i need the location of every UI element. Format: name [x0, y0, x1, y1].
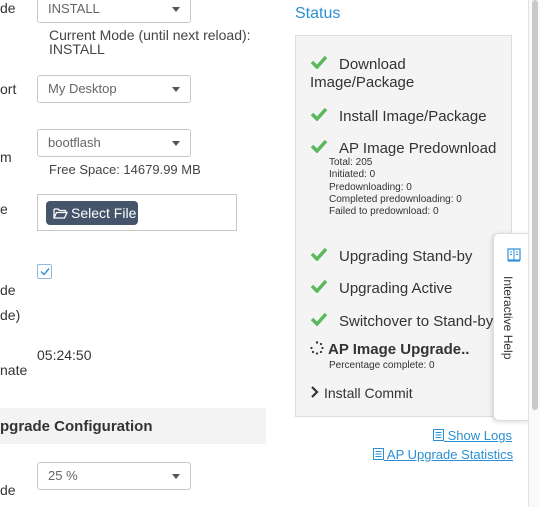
chevron-down-icon — [172, 7, 180, 12]
free-space-text: Free Space: 14679.99 MB — [49, 162, 201, 177]
scrollbar[interactable] — [528, 0, 540, 507]
document-icon — [433, 429, 444, 441]
file-system-label: m — [0, 149, 12, 165]
chevron-right-icon — [311, 386, 319, 398]
section-title: pgrade Configuration — [0, 418, 153, 435]
chevron-down-icon — [172, 141, 180, 146]
percentage-label: de — [0, 482, 16, 498]
install-mode-label: de — [0, 0, 16, 16]
time-value: 05:24:50 — [37, 347, 92, 363]
rolling-upgrade-sublabel: de) — [0, 307, 21, 323]
install-mode-value: INSTALL — [48, 1, 100, 16]
file-system-select[interactable]: bootflash — [37, 129, 191, 157]
ap-upgrade-statistics-link[interactable]: AP Upgrade Statistics — [373, 447, 513, 462]
rolling-upgrade-label: de — [0, 282, 16, 298]
transport-label: ort — [0, 81, 17, 97]
book-icon — [507, 248, 521, 262]
folder-open-icon — [53, 208, 68, 219]
check-icon — [310, 279, 328, 293]
predownload-details: Total: 205 Initiated: 0 Predownloading: … — [329, 157, 462, 218]
check-icon — [310, 312, 328, 326]
check-icon — [310, 107, 328, 121]
install-mode-select[interactable]: INSTALL — [37, 0, 191, 23]
spinner-icon — [310, 341, 324, 355]
chevron-down-icon — [172, 87, 180, 92]
section-header: pgrade Configuration — [0, 408, 266, 444]
percentage-value: 25 % — [48, 468, 78, 483]
check-icon — [310, 247, 328, 261]
current-mode-note: Current Mode (until next reload): INSTAL… — [49, 27, 251, 57]
check-icon — [310, 139, 328, 153]
show-logs-link[interactable]: Show Logs — [433, 428, 512, 443]
checkmark-icon — [40, 268, 50, 276]
percentage-select[interactable]: 25 % — [37, 462, 191, 490]
transport-value: My Desktop — [48, 81, 117, 96]
select-file-button[interactable]: Select File — [46, 201, 138, 225]
scrollbar-thumb[interactable] — [532, 0, 538, 410]
step-download-line2: Image/Package — [310, 74, 415, 91]
file-picker-box: Select File — [37, 194, 237, 231]
chevron-down-icon — [172, 474, 180, 479]
interactive-help-tab[interactable]: Interactive Help — [493, 233, 530, 421]
upgrade-checkbox[interactable] — [37, 264, 52, 279]
upgrade-details: Percentage complete: 0 — [329, 360, 435, 371]
document-icon — [373, 448, 384, 460]
status-panel: Download Image/Package Install Image/Pac… — [295, 35, 512, 417]
select-file-label: Select File — [71, 205, 137, 221]
source-file-label: e — [0, 201, 8, 217]
file-system-value: bootflash — [48, 135, 101, 150]
status-title: Status — [295, 5, 341, 22]
check-icon — [310, 55, 328, 69]
interactive-help-label: Interactive Help — [501, 276, 515, 360]
time-label: nate — [0, 362, 28, 378]
transport-select[interactable]: My Desktop — [37, 75, 191, 103]
